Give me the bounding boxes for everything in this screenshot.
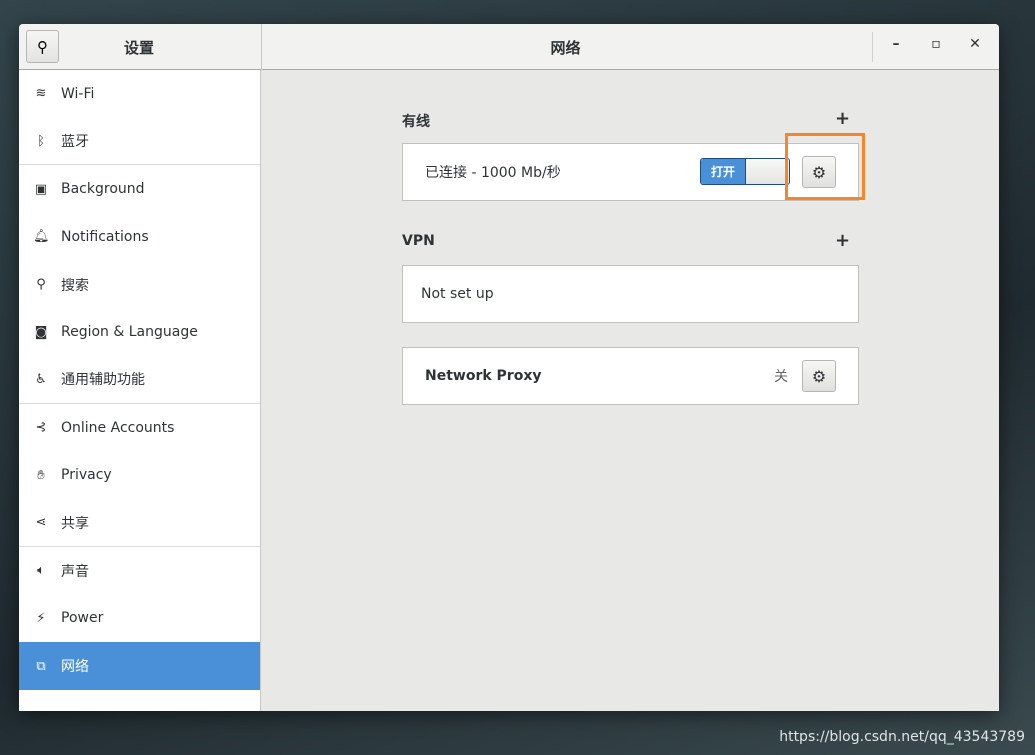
sidebar-item-online-accounts[interactable]: ⊰ Online Accounts <box>19 404 260 452</box>
sidebar-item-power[interactable]: ⚡︎ Power <box>19 595 260 643</box>
switch-knob <box>745 159 789 184</box>
sidebar-item-search[interactable]: ⚲ 搜索 <box>19 261 260 309</box>
power-icon: ⚡︎ <box>36 610 46 626</box>
sidebar-item-label: 通用辅助功能 <box>61 372 145 389</box>
highlight-annotation <box>785 133 865 200</box>
sidebar-item-bluetooth[interactable]: ᛒ 蓝牙 <box>19 118 260 166</box>
sidebar-item-background[interactable]: ▣ Background <box>19 165 260 213</box>
watermark: https://blog.csdn.net/qq_43543789 <box>779 729 1025 745</box>
accessibility-icon: ♿︎ <box>35 371 47 387</box>
sidebar-item-label: 蓝牙 <box>61 134 89 151</box>
sidebar-item-network[interactable]: ⧉ 网络 <box>19 642 260 690</box>
proxy-settings-button[interactable]: ⚙ <box>802 360 836 392</box>
vpn-section-title: VPN <box>402 233 435 249</box>
settings-title: 设置 <box>123 39 154 57</box>
sidebar-item-label: 网络 <box>61 659 89 676</box>
sidebar-item-region[interactable]: ◙ Region & Language <box>19 308 260 356</box>
sidebar-item-label: Background <box>61 181 145 198</box>
settings-window: ⚲ 设置 网络 – ▫ ✕ ≋ Wi-Fi ᛒ 蓝牙 ▣ Background 🔔︎ Noti… <box>19 24 999 711</box>
add-vpn-button[interactable]: + <box>835 230 850 251</box>
sidebar-item-wifi[interactable]: ≋ Wi-Fi <box>19 70 260 118</box>
vpn-row: Not set up <box>402 265 859 323</box>
wifi-icon: ≋ <box>35 86 47 102</box>
bell-icon: 🔔︎ <box>33 229 50 245</box>
network-proxy-label: Network Proxy <box>425 368 542 384</box>
sidebar-item-accessibility[interactable]: ♿︎ 通用辅助功能 <box>19 356 260 404</box>
search-icon: ⚲ <box>37 37 48 56</box>
speaker-icon: 🔈︎ <box>37 563 45 579</box>
sidebar-item-label: 共享 <box>61 515 89 532</box>
panel-title: 网络 <box>550 39 581 57</box>
network-icon: ⧉ <box>36 658 46 674</box>
bluetooth-icon: ᛒ <box>37 133 45 149</box>
maximize-button[interactable]: ▫ <box>926 36 946 56</box>
sidebar-item-label: Region & Language <box>61 324 198 341</box>
network-proxy-row[interactable]: Network Proxy 关 ⚙ <box>402 347 859 405</box>
wired-section-title: 有线 <box>402 114 430 130</box>
online-accounts-icon: ⊰ <box>35 420 47 436</box>
wired-toggle-switch[interactable]: 打开 <box>700 158 790 185</box>
sidebar-item-bell[interactable]: 🔔︎ Notifications <box>19 213 260 261</box>
sidebar: ≋ Wi-Fi ᛒ 蓝牙 ▣ Background 🔔︎ Notifications ⚲ 搜索 ◙ R… <box>19 70 261 711</box>
sidebar-item-label: Notifications <box>61 228 149 245</box>
sidebar-item-share[interactable]: ⋖ 共享 <box>19 499 260 547</box>
background-icon: ▣ <box>34 181 48 197</box>
sidebar-item-label: Privacy <box>61 467 112 484</box>
sidebar-item-label: 搜索 <box>61 277 89 294</box>
search-button[interactable]: ⚲ <box>26 30 59 63</box>
wired-status: 已连接 - 1000 Mb/秒 <box>425 165 561 181</box>
window-controls-divider <box>872 32 873 62</box>
sidebar-item-label: 声音 <box>61 563 89 580</box>
add-wired-button[interactable]: + <box>835 108 850 129</box>
sidebar-item-label: Power <box>61 610 104 627</box>
privacy-hand-icon: ✋︎ <box>37 467 45 483</box>
sidebar-item-label: Online Accounts <box>61 419 175 436</box>
proxy-status: 关 <box>774 369 788 385</box>
region-icon: ◙ <box>34 324 48 340</box>
header-bar: ⚲ 设置 网络 – ▫ ✕ <box>19 24 999 70</box>
sidebar-item-speaker[interactable]: 🔈︎ 声音 <box>19 547 260 595</box>
sidebar-item-label: Wi-Fi <box>61 85 95 102</box>
search-icon: ⚲ <box>36 277 46 293</box>
sidebar-item-privacy-hand[interactable]: ✋︎ Privacy <box>19 452 260 500</box>
minimize-button[interactable]: – <box>886 36 906 56</box>
switch-on-label: 打开 <box>701 159 745 184</box>
close-button[interactable]: ✕ <box>965 36 985 56</box>
gear-icon: ⚙ <box>811 366 827 386</box>
vpn-status: Not set up <box>421 286 494 302</box>
share-icon: ⋖ <box>35 515 47 531</box>
